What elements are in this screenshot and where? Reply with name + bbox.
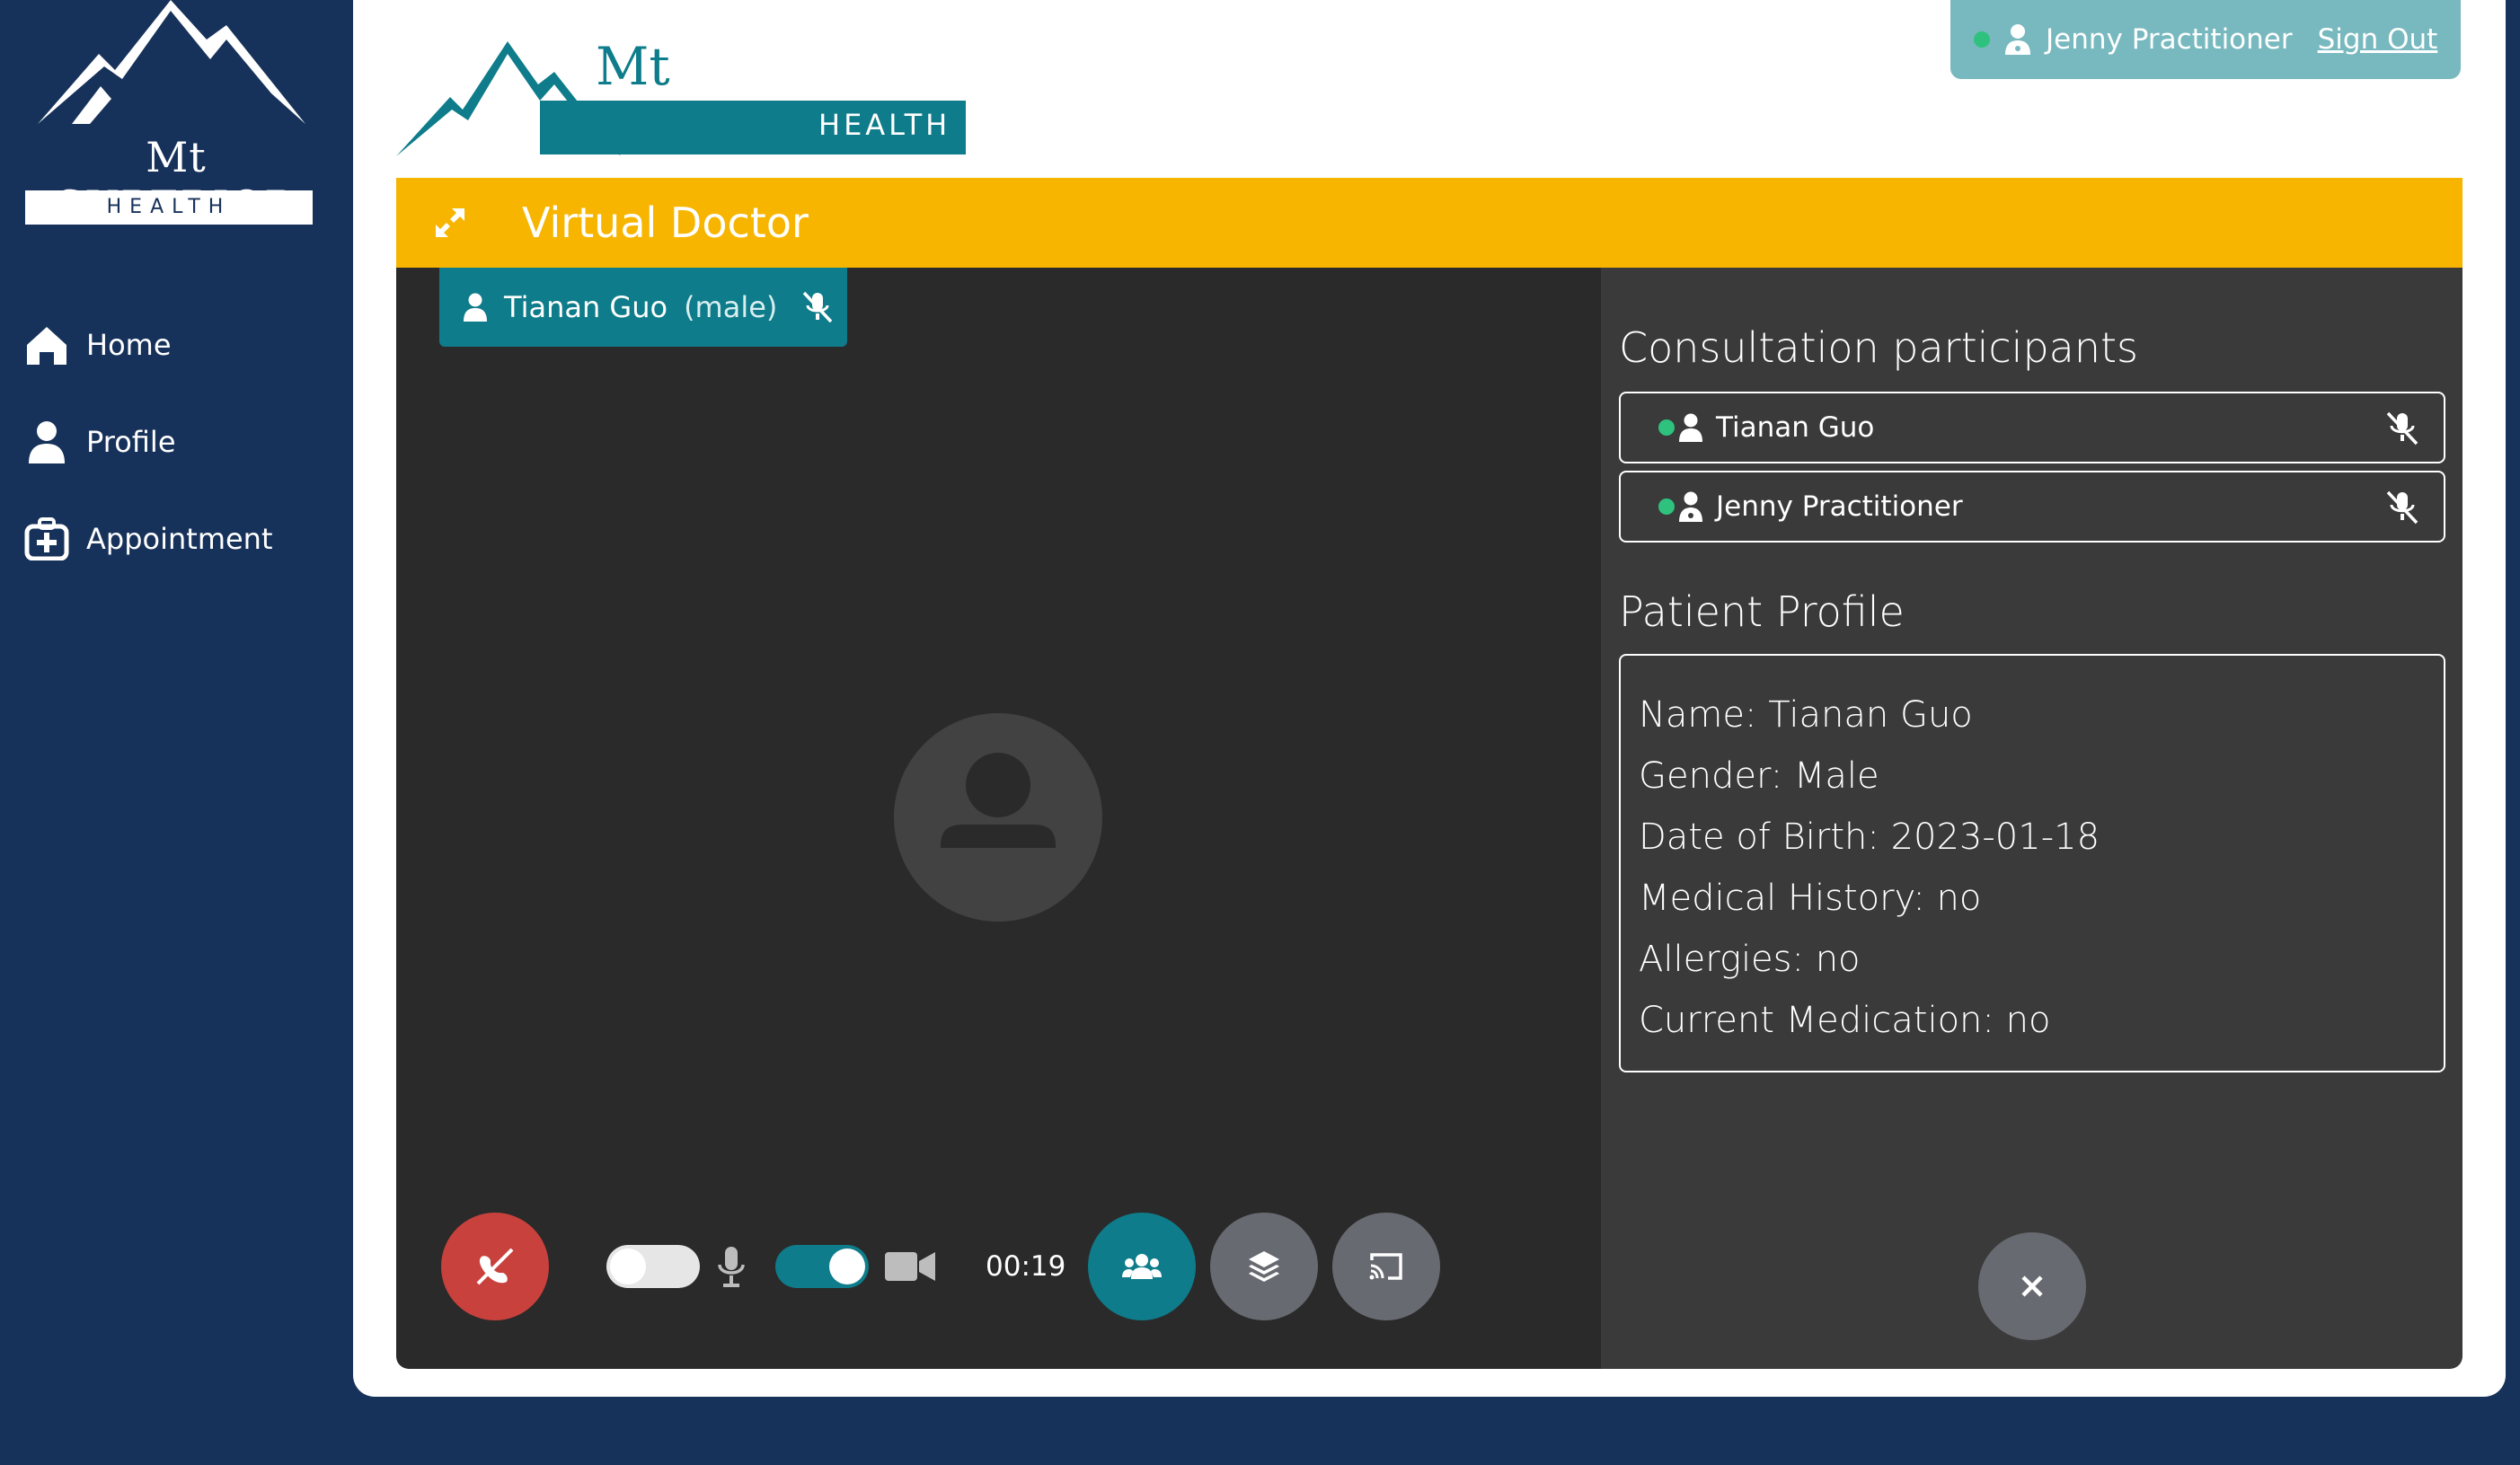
- user-icon: [1678, 413, 1703, 442]
- mic-muted-icon: [2384, 411, 2420, 446]
- mic-toggle[interactable]: [606, 1245, 700, 1288]
- participant-row: Jenny Practitioner: [1619, 471, 2445, 543]
- sidebar-item-label: Appointment: [86, 522, 273, 556]
- user-icon: [23, 419, 70, 465]
- sidebar-item-label: Profile: [86, 425, 176, 459]
- participants-heading: Consultation participants: [1619, 323, 2139, 372]
- virtual-doctor-banner: Virtual Doctor: [396, 178, 2463, 268]
- profile-name: Name: Tianan Guo: [1639, 694, 1973, 736]
- user-silhouette-icon: [941, 753, 1056, 848]
- sidebar-item-home[interactable]: Home: [0, 296, 353, 393]
- participants-button[interactable]: [1088, 1213, 1196, 1320]
- user-icon: [464, 293, 487, 322]
- close-icon: [2021, 1275, 2043, 1297]
- header-logo-sub: HEALTH: [818, 108, 951, 142]
- phone-hangup-icon: [476, 1248, 514, 1285]
- sidebar-item-profile[interactable]: Profile: [0, 393, 353, 490]
- group-icon: [1122, 1254, 1162, 1279]
- microphone-icon: [716, 1245, 747, 1290]
- doctor-icon: [1678, 491, 1703, 522]
- online-status-dot: [1658, 419, 1675, 436]
- participant-name: Jenny Practitioner: [1716, 490, 1963, 523]
- mic-muted-icon: [2384, 490, 2420, 525]
- online-status-dot: [1658, 499, 1675, 515]
- patient-profile-box: Name: Tianan Guo Gender: Male Date of Bi…: [1619, 654, 2445, 1072]
- layers-icon: [1249, 1251, 1279, 1282]
- participant-avatar: [894, 713, 1102, 922]
- sidebar-logo-sub: HEALTH: [25, 190, 313, 225]
- home-icon: [23, 322, 70, 368]
- cast-screen-button[interactable]: [1332, 1213, 1440, 1320]
- medical-case-icon: [23, 516, 70, 562]
- sign-out-link[interactable]: Sign Out: [2318, 23, 2438, 56]
- profile-allergies: Allergies: no: [1639, 939, 1861, 980]
- profile-gender: Gender: Male: [1639, 755, 1879, 797]
- sidebar-item-appointment[interactable]: Appointment: [0, 490, 353, 587]
- profile-current-medication: Current Medication: no: [1639, 1000, 2051, 1041]
- toggle-knob: [610, 1249, 646, 1284]
- video-panel: Tianan Guo (male) 00:19: [396, 268, 1601, 1369]
- participant-row: Tianan Guo: [1619, 392, 2445, 463]
- mountain-logo-icon: [38, 0, 305, 124]
- toggle-knob: [829, 1249, 865, 1284]
- participant-name: Tianan Guo: [504, 290, 668, 324]
- doctor-icon: [2004, 24, 2031, 55]
- participant-gender: (male): [684, 290, 778, 324]
- expand-icon[interactable]: [423, 196, 477, 250]
- participant-name: Tianan Guo: [1716, 411, 1875, 444]
- mic-muted-icon: [800, 291, 835, 323]
- page-title: Virtual Doctor: [522, 199, 809, 247]
- camera-toggle[interactable]: [775, 1245, 869, 1288]
- profile-medical-history: Medical History: no: [1639, 878, 1982, 919]
- call-timer: 00:19: [986, 1250, 1066, 1283]
- video-camera-icon: [885, 1250, 935, 1283]
- layers-button[interactable]: [1210, 1213, 1318, 1320]
- sidebar-item-label: Home: [86, 328, 172, 362]
- header-logo[interactable]: Mt SUPERIOR HEALTH: [396, 36, 971, 158]
- close-panel-button[interactable]: [1978, 1232, 2086, 1340]
- current-user-name: Jenny Practitioner: [2046, 23, 2293, 56]
- consultation-side-panel: Consultation participants Tianan Guo Jen…: [1601, 268, 2463, 1369]
- user-status-box: Jenny Practitioner Sign Out: [1950, 0, 2461, 79]
- online-status-dot: [1974, 31, 1990, 48]
- patient-profile-heading: Patient Profile: [1619, 587, 1905, 636]
- sidebar-nav: Home Profile Appointment: [0, 296, 353, 587]
- sidebar: Mt SUPERIOR HEALTH Home Profile Appointm…: [0, 0, 353, 1465]
- participant-tag: Tianan Guo (male): [439, 268, 847, 347]
- sidebar-logo[interactable]: Mt SUPERIOR HEALTH: [16, 0, 322, 234]
- call-controls: 00:19: [396, 1213, 1601, 1320]
- profile-dob: Date of Birth: 2023-01-18: [1639, 816, 2100, 858]
- main-content: Mt SUPERIOR HEALTH Jenny Practitioner Si…: [353, 0, 2506, 1397]
- hang-up-button[interactable]: [441, 1213, 549, 1320]
- cast-icon: [1369, 1253, 1402, 1280]
